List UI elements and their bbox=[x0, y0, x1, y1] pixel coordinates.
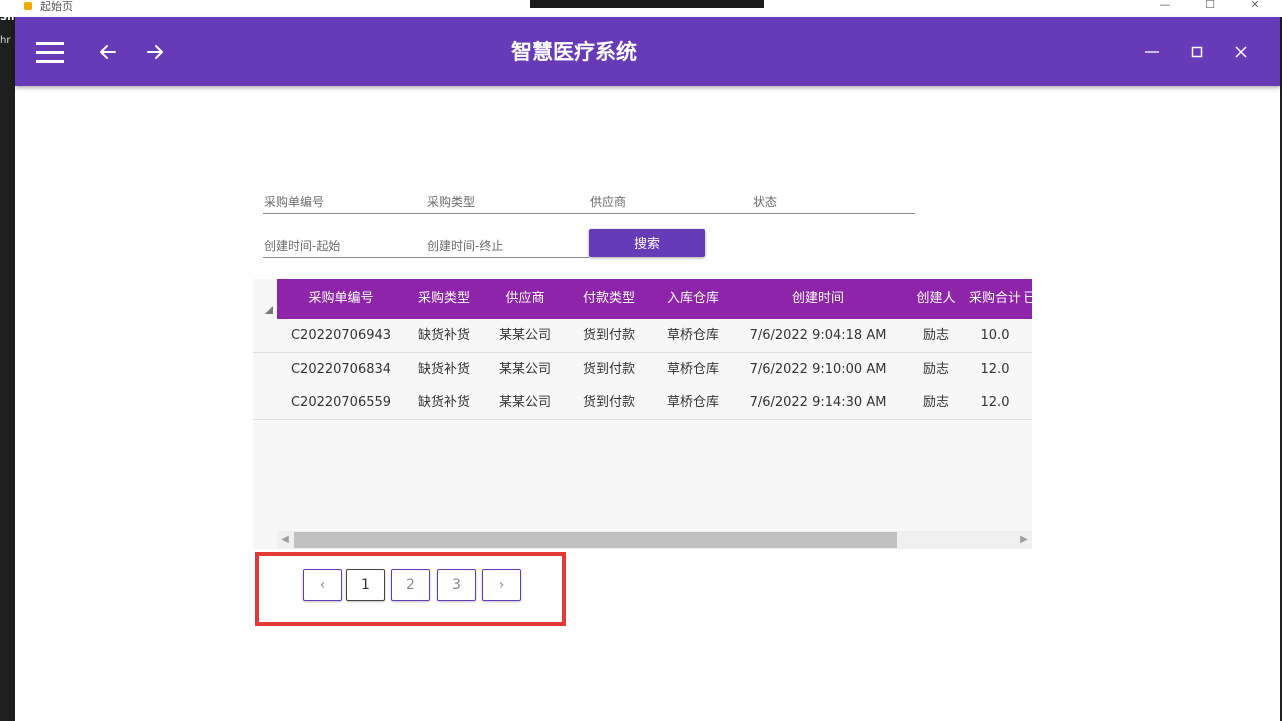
cell-purchase-type: 缺货补货 bbox=[417, 362, 470, 377]
cell-purchase-no: C20220706559 bbox=[290, 395, 392, 410]
cell-creator: 励志 bbox=[922, 395, 949, 410]
created-end-input[interactable] bbox=[426, 236, 591, 256]
os-window-title: 起始页 bbox=[40, 0, 73, 13]
supplier-field[interactable] bbox=[589, 191, 754, 214]
cell-created-time: 7/6/2022 9:14:30 AM bbox=[749, 395, 887, 410]
app-title: 智慧医疗系统 bbox=[511, 40, 637, 64]
created-start-field[interactable] bbox=[263, 235, 428, 258]
created-start-input[interactable] bbox=[263, 236, 428, 256]
cell-purchase-no: C20220706834 bbox=[290, 362, 392, 377]
cell-creator: 励志 bbox=[922, 362, 949, 377]
cell-warehouse: 草桥仓库 bbox=[666, 362, 719, 377]
cell-warehouse: 草桥仓库 bbox=[666, 328, 719, 343]
purchase-grid: 采购单编号 采购类型 供应商 付款类型 入库仓库 创建时间 创建人 采购合计 已… bbox=[253, 279, 1032, 549]
cell-created-time: 7/6/2022 9:04:18 AM bbox=[749, 328, 887, 343]
purchase-no-input[interactable] bbox=[263, 192, 428, 212]
os-close-button[interactable]: ✕ bbox=[1245, 0, 1265, 11]
search-button[interactable]: 搜索 bbox=[589, 229, 705, 257]
debug-toolbar bbox=[530, 0, 764, 8]
app-bar: 智慧医疗系统 bbox=[15, 17, 1280, 86]
close-icon[interactable] bbox=[1226, 37, 1256, 67]
status-field[interactable] bbox=[752, 191, 917, 214]
cell-created-time: 7/6/2022 9:10:00 AM bbox=[749, 362, 887, 377]
minimize-icon[interactable] bbox=[1137, 37, 1167, 67]
cell-total: 12.0 bbox=[980, 362, 1010, 377]
maximize-icon[interactable] bbox=[1182, 37, 1212, 67]
column-header[interactable]: 采购合计 bbox=[967, 279, 1023, 319]
purchase-no-field[interactable] bbox=[263, 191, 428, 214]
app-window: 智慧医疗系统 搜索 采购单编号 采购类型 供应商 付款类型 bbox=[15, 17, 1280, 721]
created-end-field[interactable] bbox=[426, 235, 591, 258]
grid-header: 采购单编号 采购类型 供应商 付款类型 入库仓库 创建时间 创建人 采购合计 已 bbox=[277, 279, 1032, 319]
status-input[interactable] bbox=[752, 192, 917, 212]
cell-supplier: 某某公司 bbox=[498, 395, 551, 410]
cell-payment-type: 货到付款 bbox=[582, 395, 635, 410]
column-header[interactable]: 供应商 bbox=[483, 279, 567, 319]
cell-total: 12.0 bbox=[980, 395, 1010, 410]
column-header[interactable]: 入库仓库 bbox=[651, 279, 735, 319]
prev-page-button[interactable]: ‹ bbox=[303, 569, 342, 601]
app-logo-icon bbox=[24, 2, 32, 10]
purchase-type-input[interactable] bbox=[426, 192, 591, 212]
page-button-2[interactable]: 2 bbox=[391, 569, 430, 601]
cell-purchase-no: C20220706943 bbox=[290, 328, 392, 343]
purchase-type-field[interactable] bbox=[426, 191, 591, 214]
column-header[interactable]: 付款类型 bbox=[567, 279, 651, 319]
table-row[interactable]: C20220706559 缺货补货 某某公司 货到付款 草桥仓库 7/6/202… bbox=[253, 386, 1032, 420]
cell-purchase-type: 缺货补货 bbox=[417, 395, 470, 410]
page-button-3[interactable]: 3 bbox=[437, 569, 476, 601]
column-header[interactable]: 已 bbox=[1023, 279, 1032, 319]
scrollbar-thumb[interactable] bbox=[294, 532, 897, 548]
cell-payment-type: 货到付款 bbox=[582, 328, 635, 343]
supplier-input[interactable] bbox=[589, 192, 754, 212]
cell-total: 10.0 bbox=[980, 328, 1010, 343]
column-header[interactable]: 采购单编号 bbox=[277, 279, 405, 319]
next-page-button[interactable]: › bbox=[482, 569, 521, 601]
horizontal-scrollbar[interactable]: ◀ ▶ bbox=[277, 531, 1032, 549]
select-all-corner[interactable] bbox=[253, 279, 277, 319]
scroll-left-icon[interactable]: ◀ bbox=[277, 531, 293, 549]
scroll-right-icon[interactable]: ▶ bbox=[1016, 531, 1032, 549]
cell-purchase-type: 缺货补货 bbox=[417, 328, 470, 343]
cell-supplier: 某某公司 bbox=[498, 362, 551, 377]
cell-payment-type: 货到付款 bbox=[582, 362, 635, 377]
cell-supplier: 某某公司 bbox=[498, 328, 551, 343]
table-row[interactable]: C20220706834 缺货补货 某某公司 货到付款 草桥仓库 7/6/202… bbox=[253, 353, 1032, 387]
left-editor-strip: Sh. hr bbox=[0, 12, 18, 721]
cell-creator: 励志 bbox=[922, 328, 949, 343]
os-maximize-button[interactable]: ☐ bbox=[1200, 0, 1220, 11]
column-header[interactable]: 创建时间 bbox=[735, 279, 901, 319]
left-strip-text: hr bbox=[0, 35, 11, 46]
table-row[interactable]: C20220706943 缺货补货 某某公司 货到付款 草桥仓库 7/6/202… bbox=[253, 319, 1032, 353]
column-header[interactable]: 创建人 bbox=[901, 279, 971, 319]
os-titlebar: 起始页 — ☐ ✕ bbox=[0, 0, 1282, 18]
os-minimize-button[interactable]: — bbox=[1155, 0, 1175, 11]
column-header[interactable]: 采购类型 bbox=[405, 279, 483, 319]
page-button-1[interactable]: 1 bbox=[346, 569, 385, 601]
cell-warehouse: 草桥仓库 bbox=[666, 395, 719, 410]
